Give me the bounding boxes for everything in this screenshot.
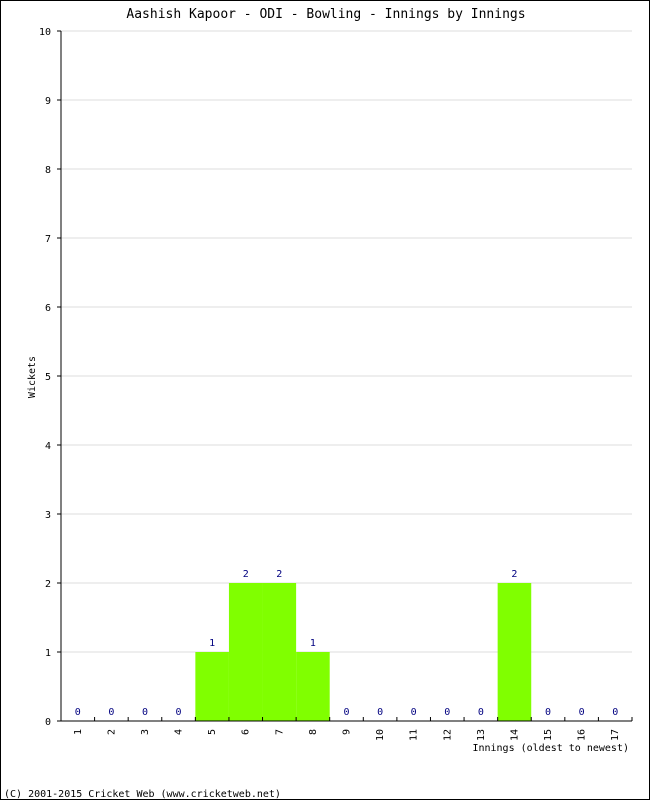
x-tick-label: 8 (308, 729, 319, 735)
value-label: 1 (310, 638, 316, 649)
x-tick-label: 13 (476, 729, 487, 741)
value-label: 0 (75, 707, 81, 718)
y-tick-label: 9 (45, 96, 51, 107)
y-tick-label: 1 (45, 648, 51, 659)
value-label: 0 (579, 707, 585, 718)
copyright-footer: (C) 2001-2015 Cricket Web (www.cricketwe… (4, 789, 281, 800)
x-tick-label: 11 (409, 729, 420, 741)
x-axis-label: Innings (oldest to newest) (472, 743, 629, 754)
y-axis-label: Wickets (27, 356, 38, 398)
value-label: 2 (276, 569, 282, 580)
bar (262, 583, 297, 721)
grid-lines (61, 30, 632, 653)
y-tick-label: 0 (45, 717, 51, 728)
y-tick-label: 2 (45, 579, 51, 590)
x-tick-label: 16 (577, 729, 588, 741)
value-label: 0 (377, 707, 383, 718)
x-tick-label: 14 (509, 729, 520, 741)
y-tick-label: 8 (45, 165, 51, 176)
y-tick-label: 7 (45, 234, 51, 245)
chart-svg: Aashish Kapoor - ODI - Bowling - Innings… (4, 7, 633, 800)
value-label: 0 (142, 707, 148, 718)
x-tick-label: 12 (442, 729, 453, 741)
value-label: 2 (243, 569, 249, 580)
x-tick-label: 17 (610, 729, 621, 741)
bar (497, 583, 532, 721)
value-label: 0 (478, 707, 484, 718)
bar (195, 652, 229, 721)
value-label: 0 (343, 707, 349, 718)
x-tick-label: 4 (174, 729, 185, 735)
x-tick-label: 9 (342, 729, 353, 735)
x-tick-label: 15 (543, 729, 554, 741)
bar (228, 583, 263, 721)
value-label: 0 (411, 707, 417, 718)
value-label: 0 (444, 707, 450, 718)
x-tick-label: 10 (375, 729, 386, 741)
y-ticks: 0 1 2 3 4 5 6 7 8 9 10 (39, 27, 61, 728)
x-tick-label: 5 (207, 729, 218, 735)
bar (296, 652, 330, 721)
y-tick-label: 3 (45, 510, 51, 521)
value-label: 0 (176, 707, 182, 718)
x-tick-label: 7 (274, 729, 285, 735)
value-label: 0 (545, 707, 551, 718)
y-tick-label: 10 (39, 27, 51, 38)
y-tick-label: 6 (45, 303, 51, 314)
y-tick-label: 4 (45, 441, 51, 452)
chart-title: Aashish Kapoor - ODI - Bowling - Innings… (126, 7, 525, 22)
y-tick-label: 5 (45, 372, 51, 383)
value-label: 0 (108, 707, 114, 718)
value-label: 2 (511, 569, 517, 580)
x-tick-label: 6 (241, 729, 252, 735)
x-tick-label: 2 (106, 729, 117, 735)
x-tick-label: 3 (140, 729, 151, 735)
value-labels: 0 0 0 0 1 2 2 1 0 0 0 0 0 2 0 0 0 (75, 569, 618, 718)
x-tick-label: 1 (73, 729, 84, 735)
value-label: 0 (612, 707, 618, 718)
chart-frame: Aashish Kapoor - ODI - Bowling - Innings… (0, 0, 650, 800)
value-label: 1 (209, 638, 215, 649)
